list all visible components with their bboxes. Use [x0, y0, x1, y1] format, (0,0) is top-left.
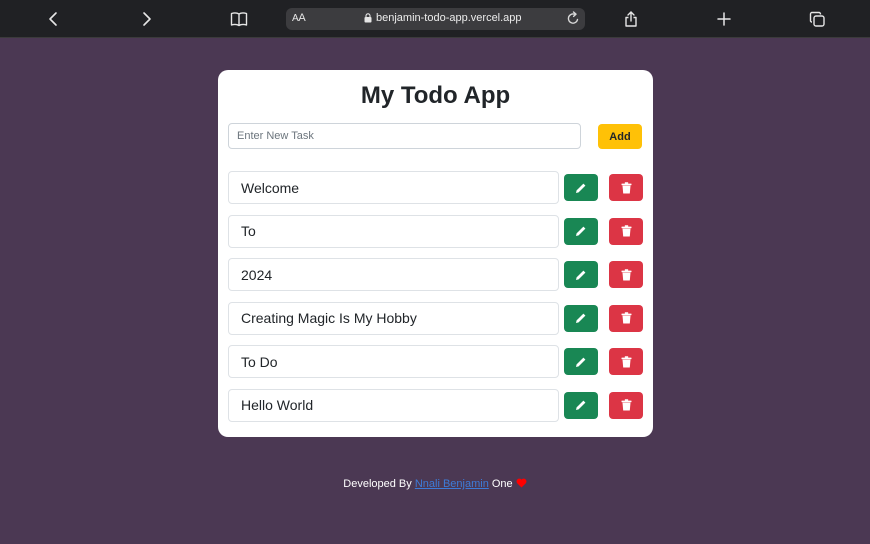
pencil-icon [576, 357, 586, 367]
delete-task-button[interactable] [609, 217, 643, 245]
todo-item: Creating Magic Is My Hobby [228, 301, 643, 335]
trash-icon [621, 356, 631, 368]
todo-item-text: Creating Magic Is My Hobby [228, 301, 559, 335]
pencil-icon [576, 401, 586, 411]
edit-task-button[interactable] [564, 391, 598, 419]
new-task-input[interactable] [228, 123, 581, 149]
todo-item-text: 2024 [228, 258, 559, 292]
reload-icon[interactable] [566, 11, 580, 31]
browser-toolbar: AA benjamin-todo-app.vercel.app [0, 0, 870, 38]
pencil-icon [576, 270, 586, 280]
add-task-button[interactable]: Add [598, 124, 642, 149]
bookmarks-icon[interactable] [227, 7, 251, 31]
todo-item-text: To Do [228, 345, 559, 379]
todo-item: Hello World [228, 388, 643, 422]
delete-task-button[interactable] [609, 348, 643, 376]
address-bar[interactable]: AA benjamin-todo-app.vercel.app [286, 8, 585, 30]
lock-icon [364, 13, 372, 23]
author-link[interactable]: Nnali Benjamin [415, 478, 489, 490]
edit-task-button[interactable] [564, 261, 598, 289]
delete-task-button[interactable] [609, 391, 643, 419]
page-title: My Todo App [360, 82, 511, 109]
heart-icon [516, 478, 527, 488]
url-text: benjamin-todo-app.vercel.app [376, 12, 522, 24]
todo-list: Welcome To 2024 Creating Magic Is My Hob… [228, 171, 643, 433]
todo-item: To [228, 214, 643, 248]
edit-task-button[interactable] [564, 348, 598, 376]
edit-task-button[interactable] [564, 217, 598, 245]
delete-task-button[interactable] [609, 304, 643, 332]
todo-item-text: To [228, 214, 559, 248]
pencil-icon [576, 183, 586, 193]
pencil-icon [576, 313, 586, 324]
share-icon[interactable] [619, 7, 643, 31]
tabs-icon[interactable] [805, 7, 829, 31]
trash-icon [621, 312, 631, 324]
todo-item: Welcome [228, 171, 643, 204]
reader-text-size-button[interactable]: AA [292, 12, 306, 24]
delete-task-button[interactable] [609, 261, 643, 289]
forward-icon[interactable] [134, 7, 158, 31]
todo-item-text: Welcome [228, 171, 559, 204]
footer-prefix: Developed By [343, 478, 412, 490]
trash-icon [621, 268, 631, 281]
edit-task-button[interactable] [564, 304, 598, 332]
todo-item: To Do [228, 345, 643, 379]
trash-icon [621, 181, 631, 193]
trash-icon [621, 225, 631, 237]
trash-icon [621, 399, 631, 411]
edit-task-button[interactable] [564, 174, 598, 201]
delete-task-button[interactable] [609, 174, 643, 201]
todo-card: My Todo App Add Welcome To 2024 [218, 70, 653, 437]
todo-item-text: Hello World [228, 388, 559, 422]
footer-suffix: One [491, 478, 513, 490]
footer: Developed By Nnali Benjamin One [0, 478, 870, 490]
pencil-icon [576, 226, 586, 237]
back-icon[interactable] [42, 7, 66, 31]
todo-item: 2024 [228, 258, 643, 292]
new-tab-icon[interactable] [712, 7, 736, 31]
